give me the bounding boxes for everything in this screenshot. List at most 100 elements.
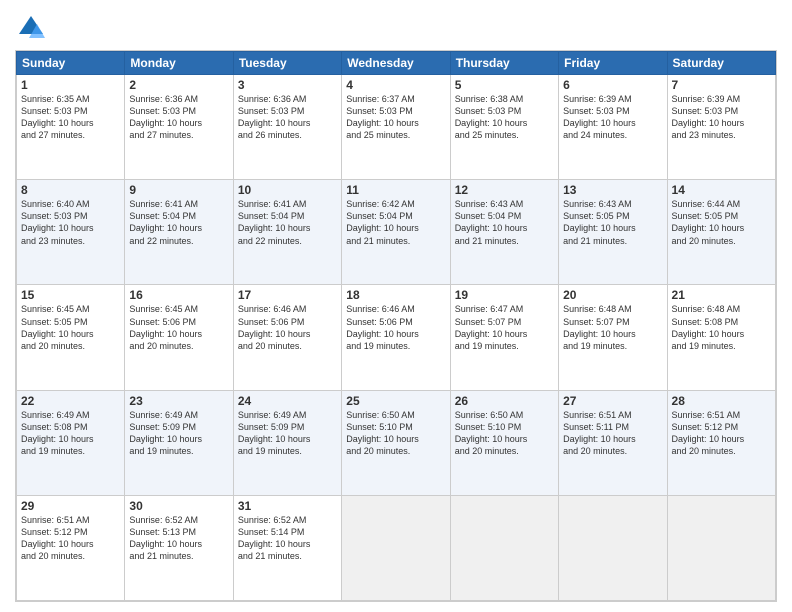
day-number: 11 [346,183,445,197]
calendar-cell: 10Sunrise: 6:41 AM Sunset: 5:04 PM Dayli… [233,180,341,285]
day-number: 23 [129,394,228,408]
day-number: 5 [455,78,554,92]
day-number: 4 [346,78,445,92]
day-info: Sunrise: 6:51 AM Sunset: 5:12 PM Dayligh… [21,514,120,563]
calendar-cell: 25Sunrise: 6:50 AM Sunset: 5:10 PM Dayli… [342,390,450,495]
day-number: 15 [21,288,120,302]
day-info: Sunrise: 6:49 AM Sunset: 5:09 PM Dayligh… [238,409,337,458]
day-info: Sunrise: 6:46 AM Sunset: 5:06 PM Dayligh… [238,303,337,352]
day-info: Sunrise: 6:50 AM Sunset: 5:10 PM Dayligh… [346,409,445,458]
col-header-sunday: Sunday [17,52,125,75]
day-number: 13 [563,183,662,197]
day-number: 12 [455,183,554,197]
calendar-cell: 14Sunrise: 6:44 AM Sunset: 5:05 PM Dayli… [667,180,775,285]
calendar-cell: 3Sunrise: 6:36 AM Sunset: 5:03 PM Daylig… [233,75,341,180]
calendar-cell: 16Sunrise: 6:45 AM Sunset: 5:06 PM Dayli… [125,285,233,390]
day-info: Sunrise: 6:40 AM Sunset: 5:03 PM Dayligh… [21,198,120,247]
day-number: 9 [129,183,228,197]
day-info: Sunrise: 6:35 AM Sunset: 5:03 PM Dayligh… [21,93,120,142]
day-number: 24 [238,394,337,408]
col-header-monday: Monday [125,52,233,75]
day-number: 31 [238,499,337,513]
day-info: Sunrise: 6:39 AM Sunset: 5:03 PM Dayligh… [672,93,771,142]
day-number: 21 [672,288,771,302]
day-number: 7 [672,78,771,92]
calendar-cell: 13Sunrise: 6:43 AM Sunset: 5:05 PM Dayli… [559,180,667,285]
day-number: 16 [129,288,228,302]
day-info: Sunrise: 6:52 AM Sunset: 5:13 PM Dayligh… [129,514,228,563]
calendar-cell: 8Sunrise: 6:40 AM Sunset: 5:03 PM Daylig… [17,180,125,285]
day-number: 22 [21,394,120,408]
day-number: 29 [21,499,120,513]
day-info: Sunrise: 6:47 AM Sunset: 5:07 PM Dayligh… [455,303,554,352]
calendar-cell: 5Sunrise: 6:38 AM Sunset: 5:03 PM Daylig… [450,75,558,180]
calendar-cell: 26Sunrise: 6:50 AM Sunset: 5:10 PM Dayli… [450,390,558,495]
calendar-cell: 23Sunrise: 6:49 AM Sunset: 5:09 PM Dayli… [125,390,233,495]
day-info: Sunrise: 6:42 AM Sunset: 5:04 PM Dayligh… [346,198,445,247]
calendar-cell: 19Sunrise: 6:47 AM Sunset: 5:07 PM Dayli… [450,285,558,390]
day-number: 2 [129,78,228,92]
day-info: Sunrise: 6:51 AM Sunset: 5:12 PM Dayligh… [672,409,771,458]
day-number: 8 [21,183,120,197]
calendar-cell [667,495,775,600]
calendar-cell: 27Sunrise: 6:51 AM Sunset: 5:11 PM Dayli… [559,390,667,495]
day-info: Sunrise: 6:41 AM Sunset: 5:04 PM Dayligh… [129,198,228,247]
day-info: Sunrise: 6:48 AM Sunset: 5:08 PM Dayligh… [672,303,771,352]
day-number: 25 [346,394,445,408]
calendar-cell: 1Sunrise: 6:35 AM Sunset: 5:03 PM Daylig… [17,75,125,180]
day-number: 14 [672,183,771,197]
calendar-cell: 6Sunrise: 6:39 AM Sunset: 5:03 PM Daylig… [559,75,667,180]
header [15,10,777,42]
day-info: Sunrise: 6:44 AM Sunset: 5:05 PM Dayligh… [672,198,771,247]
calendar: SundayMondayTuesdayWednesdayThursdayFrid… [15,50,777,602]
day-info: Sunrise: 6:43 AM Sunset: 5:04 PM Dayligh… [455,198,554,247]
day-number: 28 [672,394,771,408]
day-info: Sunrise: 6:46 AM Sunset: 5:06 PM Dayligh… [346,303,445,352]
day-number: 26 [455,394,554,408]
calendar-cell: 31Sunrise: 6:52 AM Sunset: 5:14 PM Dayli… [233,495,341,600]
day-info: Sunrise: 6:50 AM Sunset: 5:10 PM Dayligh… [455,409,554,458]
day-number: 30 [129,499,228,513]
calendar-cell: 22Sunrise: 6:49 AM Sunset: 5:08 PM Dayli… [17,390,125,495]
calendar-cell: 17Sunrise: 6:46 AM Sunset: 5:06 PM Dayli… [233,285,341,390]
calendar-cell: 7Sunrise: 6:39 AM Sunset: 5:03 PM Daylig… [667,75,775,180]
calendar-cell: 28Sunrise: 6:51 AM Sunset: 5:12 PM Dayli… [667,390,775,495]
day-number: 10 [238,183,337,197]
calendar-cell: 24Sunrise: 6:49 AM Sunset: 5:09 PM Dayli… [233,390,341,495]
col-header-wednesday: Wednesday [342,52,450,75]
calendar-cell [450,495,558,600]
day-info: Sunrise: 6:36 AM Sunset: 5:03 PM Dayligh… [238,93,337,142]
day-number: 1 [21,78,120,92]
calendar-cell: 9Sunrise: 6:41 AM Sunset: 5:04 PM Daylig… [125,180,233,285]
day-info: Sunrise: 6:41 AM Sunset: 5:04 PM Dayligh… [238,198,337,247]
logo [15,14,45,42]
calendar-cell: 11Sunrise: 6:42 AM Sunset: 5:04 PM Dayli… [342,180,450,285]
calendar-cell: 12Sunrise: 6:43 AM Sunset: 5:04 PM Dayli… [450,180,558,285]
calendar-cell [342,495,450,600]
calendar-cell: 21Sunrise: 6:48 AM Sunset: 5:08 PM Dayli… [667,285,775,390]
day-info: Sunrise: 6:43 AM Sunset: 5:05 PM Dayligh… [563,198,662,247]
col-header-saturday: Saturday [667,52,775,75]
day-number: 3 [238,78,337,92]
calendar-cell: 15Sunrise: 6:45 AM Sunset: 5:05 PM Dayli… [17,285,125,390]
day-number: 27 [563,394,662,408]
day-info: Sunrise: 6:39 AM Sunset: 5:03 PM Dayligh… [563,93,662,142]
calendar-cell: 2Sunrise: 6:36 AM Sunset: 5:03 PM Daylig… [125,75,233,180]
day-number: 18 [346,288,445,302]
day-info: Sunrise: 6:45 AM Sunset: 5:06 PM Dayligh… [129,303,228,352]
calendar-cell: 29Sunrise: 6:51 AM Sunset: 5:12 PM Dayli… [17,495,125,600]
day-info: Sunrise: 6:52 AM Sunset: 5:14 PM Dayligh… [238,514,337,563]
day-info: Sunrise: 6:36 AM Sunset: 5:03 PM Dayligh… [129,93,228,142]
col-header-thursday: Thursday [450,52,558,75]
day-number: 6 [563,78,662,92]
day-info: Sunrise: 6:37 AM Sunset: 5:03 PM Dayligh… [346,93,445,142]
day-info: Sunrise: 6:38 AM Sunset: 5:03 PM Dayligh… [455,93,554,142]
calendar-cell: 20Sunrise: 6:48 AM Sunset: 5:07 PM Dayli… [559,285,667,390]
day-info: Sunrise: 6:49 AM Sunset: 5:08 PM Dayligh… [21,409,120,458]
logo-icon [17,14,45,42]
page: SundayMondayTuesdayWednesdayThursdayFrid… [0,0,792,612]
day-info: Sunrise: 6:49 AM Sunset: 5:09 PM Dayligh… [129,409,228,458]
col-header-friday: Friday [559,52,667,75]
calendar-cell: 4Sunrise: 6:37 AM Sunset: 5:03 PM Daylig… [342,75,450,180]
calendar-cell [559,495,667,600]
